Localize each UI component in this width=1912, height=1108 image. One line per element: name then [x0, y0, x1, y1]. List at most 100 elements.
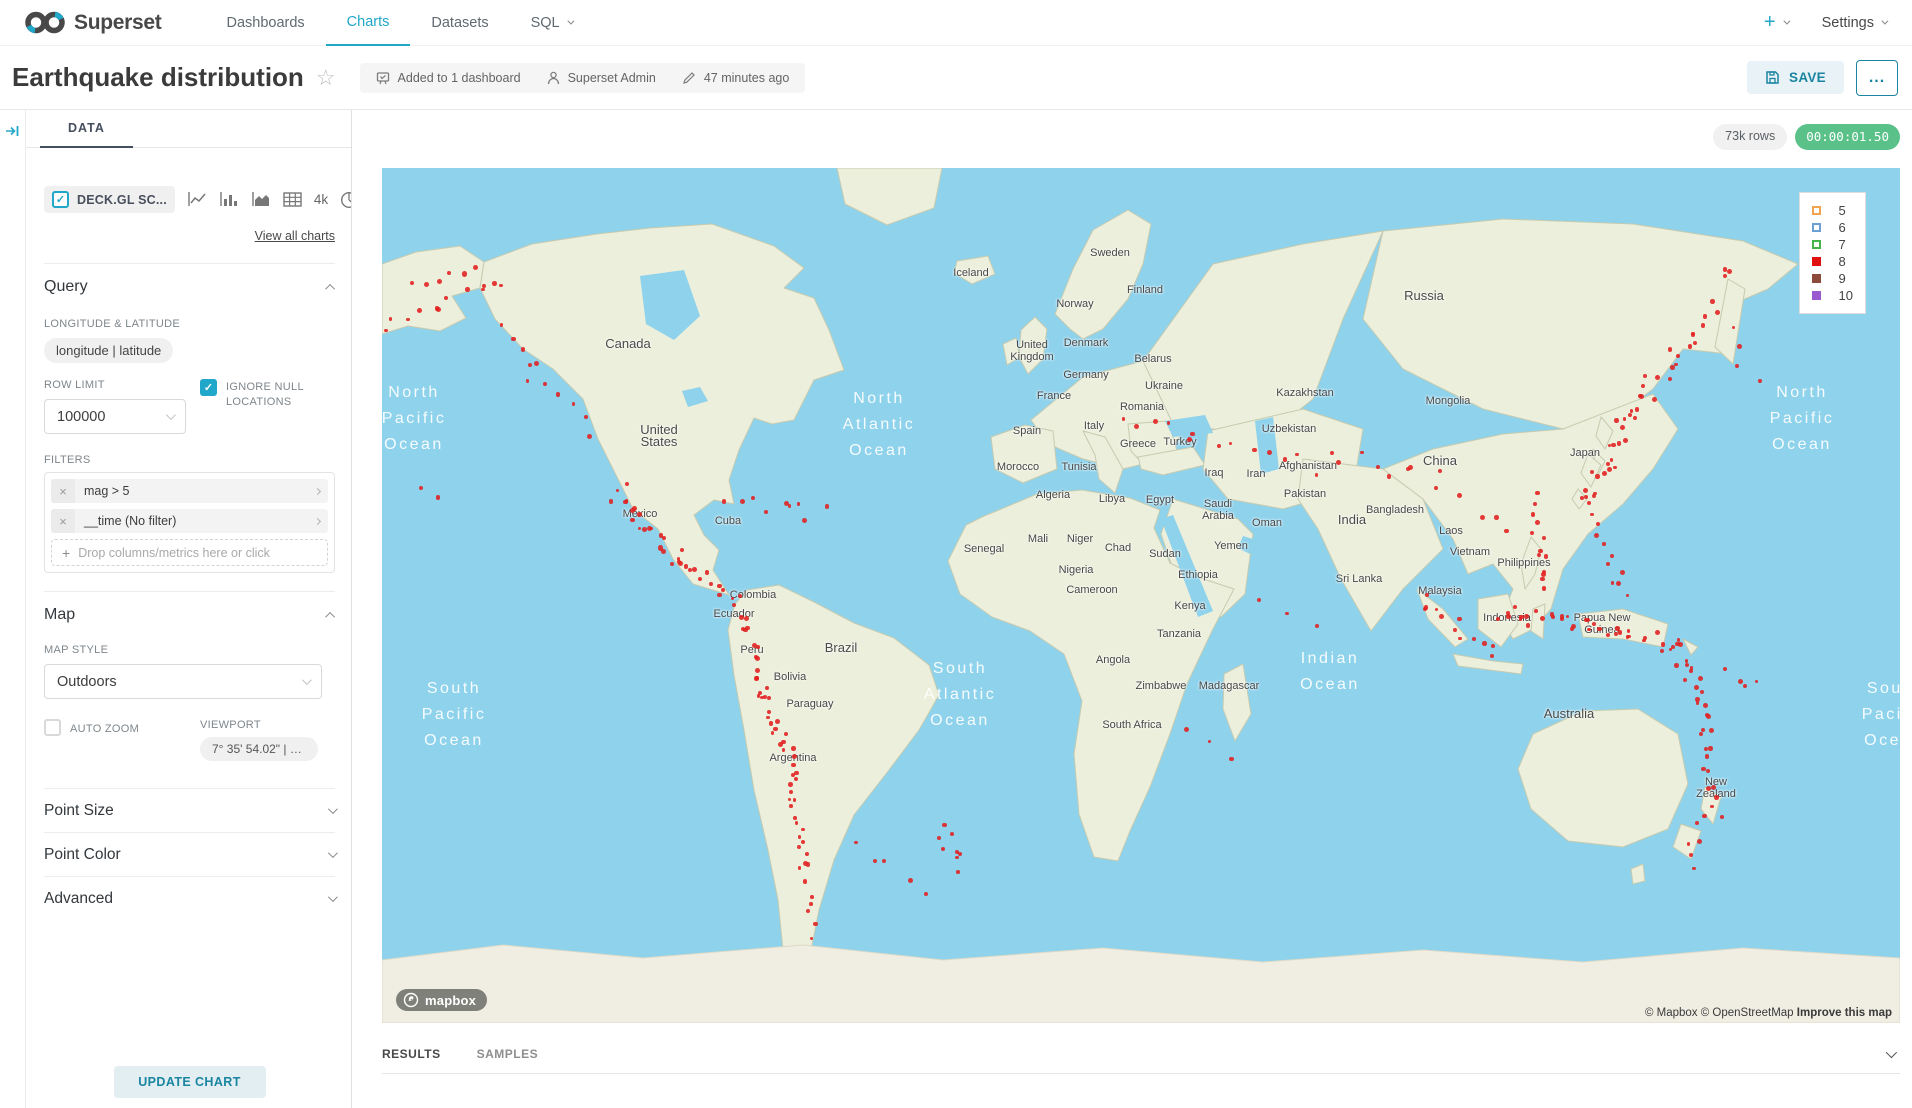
- viz-4k-option[interactable]: 4k: [314, 192, 328, 207]
- filter-chip[interactable]: ×__time (No filter): [51, 509, 328, 533]
- earthquake-point: [755, 668, 760, 673]
- earthquake-point: [765, 686, 769, 690]
- nav-item-datasets[interactable]: Datasets: [410, 0, 509, 46]
- earthquake-point: [767, 696, 771, 700]
- earthquake-point: [528, 363, 532, 367]
- superset-logo[interactable]: Superset: [24, 9, 161, 36]
- settings-menu[interactable]: Settings: [1822, 15, 1886, 31]
- earthquake-point: [854, 841, 858, 845]
- pie-chart-icon[interactable]: [340, 191, 351, 209]
- earthquake-point: [732, 603, 736, 607]
- last-modified-badge[interactable]: 47 minutes ago: [682, 71, 789, 85]
- ignore-null-label: IGNORE NULL LOCATIONS: [226, 379, 334, 410]
- earthquake-point: [755, 656, 760, 661]
- earthquake-point: [793, 816, 797, 820]
- filter-chip[interactable]: ×mag > 5: [51, 479, 328, 503]
- map-attribution: © Mapbox © OpenStreetMap Improve this ma…: [1645, 1007, 1892, 1019]
- map-section-header[interactable]: Map: [44, 606, 335, 624]
- results-collapse-button[interactable]: [1886, 1045, 1894, 1063]
- earthquake-point: [389, 317, 393, 321]
- viz-selected-checkbox[interactable]: ✓: [52, 191, 69, 208]
- chart-status-badges: 73k rows 00:00:01.50: [382, 124, 1900, 150]
- section-point-size[interactable]: Point Size: [44, 788, 335, 832]
- user-icon: [547, 71, 560, 85]
- tab-data[interactable]: DATA: [40, 110, 133, 148]
- earthquake-point: [1482, 641, 1487, 646]
- earthquake-point: [473, 265, 478, 270]
- section-point-color[interactable]: Point Color: [44, 832, 335, 876]
- remove-filter-icon[interactable]: ×: [51, 509, 75, 533]
- earthquake-point: [1692, 867, 1696, 871]
- earthquake-point: [482, 284, 486, 288]
- table-icon[interactable]: [283, 191, 302, 208]
- row-limit-select[interactable]: 100000: [44, 399, 186, 434]
- viewport-value-chip[interactable]: 7° 35' 54.02" | 3...: [200, 737, 318, 761]
- favorite-star-icon[interactable]: ☆: [316, 65, 336, 91]
- nav-item-sql[interactable]: SQL: [510, 0, 593, 46]
- earthquake-point: [1703, 703, 1708, 708]
- query-section-header[interactable]: Query: [44, 278, 335, 296]
- earthquake-point: [744, 616, 749, 621]
- auto-zoom-checkbox-row[interactable]: AUTO ZOOM: [44, 719, 196, 737]
- section-advanced[interactable]: Advanced: [44, 876, 335, 920]
- earthquake-point: [1709, 728, 1714, 733]
- filters-box: ×mag > 5×__time (No filter) + Drop colum…: [44, 472, 335, 573]
- dashboards-badge[interactable]: Added to 1 dashboard: [376, 71, 521, 85]
- earthquake-point: [1606, 633, 1610, 637]
- line-chart-icon[interactable]: [187, 191, 207, 208]
- legend-swatch: [1812, 240, 1821, 249]
- earthquake-point: [1689, 669, 1693, 673]
- lonlat-value-chip[interactable]: longitude | latitude: [44, 338, 173, 363]
- collapse-panel-icon[interactable]: [5, 124, 20, 138]
- earthquake-point: [1602, 542, 1606, 546]
- filters-label: FILTERS: [44, 454, 335, 466]
- earthquake-point: [492, 281, 497, 286]
- data-panel: DATA ✓ DECK.GL SC... 4k View all charts …: [26, 110, 352, 1108]
- earthquake-point: [813, 922, 818, 927]
- earthquake-point: [740, 499, 745, 504]
- earthquake-point: [788, 782, 793, 787]
- ignore-null-checkbox-row[interactable]: ✓ IGNORE NULL LOCATIONS: [200, 379, 335, 410]
- save-button[interactable]: SAVE: [1747, 61, 1844, 94]
- results-tab-samples[interactable]: SAMPLES: [477, 1047, 539, 1061]
- drop-columns-target[interactable]: + Drop columns/metrics here or click: [51, 539, 328, 566]
- earthquake-point: [1743, 684, 1747, 688]
- map-style-select[interactable]: Outdoors: [44, 664, 322, 699]
- earthquake-point: [1727, 269, 1732, 274]
- results-tab-results[interactable]: RESULTS: [382, 1047, 441, 1061]
- earthquake-point: [465, 287, 470, 292]
- earthquake-point: [1611, 443, 1615, 447]
- nav-item-dashboards[interactable]: Dashboards: [205, 0, 325, 46]
- nav-item-charts[interactable]: Charts: [326, 0, 411, 46]
- remove-filter-icon[interactable]: ×: [51, 479, 75, 503]
- earthquake-point: [1408, 465, 1413, 470]
- chevron-down-icon: [1886, 1047, 1897, 1058]
- mapbox-logo[interactable]: mapbox: [396, 989, 487, 1011]
- earthquake-point: [678, 561, 683, 566]
- legend-item: 6: [1812, 219, 1853, 236]
- update-chart-button[interactable]: UPDATE CHART: [114, 1066, 266, 1098]
- sidebar-collapse-rail: [0, 110, 26, 1108]
- area-chart-icon[interactable]: [251, 191, 271, 208]
- earthquake-point: [623, 500, 627, 504]
- chevron-down-icon: [1881, 18, 1888, 25]
- earthquake-point: [1526, 623, 1530, 627]
- earthquake-point: [1453, 628, 1457, 632]
- ignore-null-checkbox[interactable]: ✓: [200, 379, 217, 396]
- more-actions-button[interactable]: ...: [1856, 60, 1898, 96]
- new-item-button[interactable]: +: [1764, 11, 1788, 34]
- earthquake-point: [755, 676, 759, 680]
- viz-type-selected[interactable]: ✓ DECK.GL SC...: [44, 186, 175, 213]
- view-all-charts-link[interactable]: View all charts: [255, 229, 335, 243]
- auto-zoom-checkbox[interactable]: [44, 719, 61, 736]
- filter-chip-label: __time (No filter): [75, 514, 315, 528]
- nav-item-label: Datasets: [431, 1, 488, 45]
- improve-map-link[interactable]: Improve this map: [1797, 1007, 1892, 1019]
- bar-chart-icon[interactable]: [219, 191, 239, 208]
- owner-badge[interactable]: Superset Admin: [547, 71, 656, 85]
- plus-icon: +: [62, 545, 70, 561]
- deckgl-map[interactable]: North Pacific OceanNorth Atlantic OceanN…: [382, 168, 1900, 1023]
- chart-area: 73k rows 00:00:01.50: [352, 110, 1912, 1108]
- earthquake-point: [1439, 614, 1444, 619]
- earthquake-point: [1710, 299, 1715, 304]
